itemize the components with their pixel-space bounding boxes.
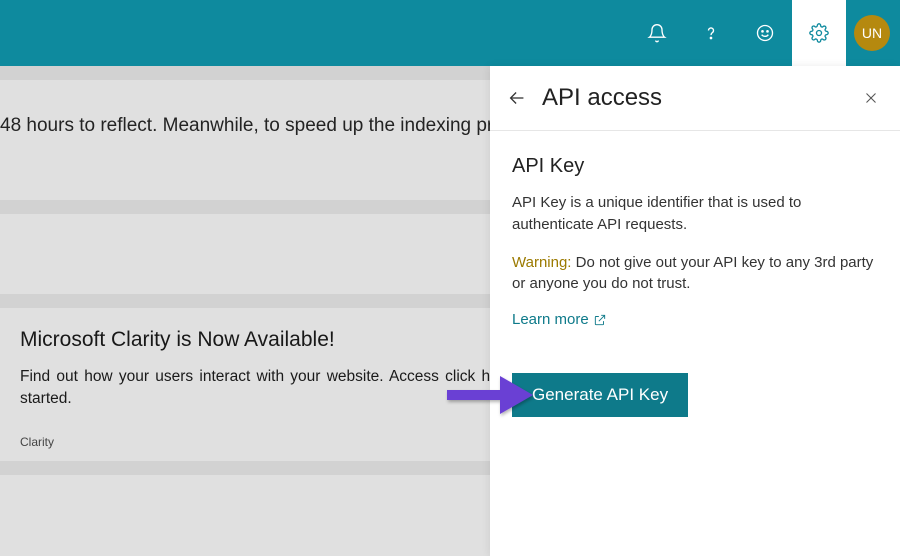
topbar-icons: UN	[630, 0, 900, 66]
question-icon	[701, 23, 721, 43]
flyout-body: API Key API Key is a unique identifier t…	[490, 131, 900, 441]
generate-api-key-button[interactable]: Generate API Key	[512, 373, 688, 417]
api-access-flyout: API access API Key API Key is a unique i…	[490, 66, 900, 556]
indexing-text: 48 hours to reflect. Meanwhile, to speed…	[0, 115, 543, 137]
external-link-icon	[593, 313, 607, 327]
bell-icon	[647, 23, 667, 43]
api-key-description: API Key is a unique identifier that is u…	[512, 192, 878, 236]
flyout-title: API access	[542, 84, 862, 112]
flyout-header: API access	[490, 66, 900, 131]
avatar-initials: UN	[862, 25, 882, 41]
section-title: API Key	[512, 155, 878, 178]
settings-button[interactable]	[792, 0, 846, 66]
gear-icon	[809, 23, 829, 43]
help-button[interactable]	[684, 0, 738, 66]
card-source: Clarity	[20, 435, 54, 449]
back-button[interactable]	[506, 87, 528, 109]
feedback-button[interactable]	[738, 0, 792, 66]
topbar: UN	[0, 0, 900, 66]
learn-more-text: Learn more	[512, 311, 589, 328]
close-button[interactable]	[862, 89, 880, 107]
close-icon	[862, 89, 880, 107]
warning-label: Warning:	[512, 254, 571, 271]
avatar[interactable]: UN	[854, 15, 890, 51]
api-key-warning: Warning: Do not give out your API key to…	[512, 252, 878, 296]
notifications-button[interactable]	[630, 0, 684, 66]
smile-icon	[755, 23, 775, 43]
arrow-left-icon	[506, 87, 528, 109]
learn-more-link[interactable]: Learn more	[512, 311, 607, 328]
